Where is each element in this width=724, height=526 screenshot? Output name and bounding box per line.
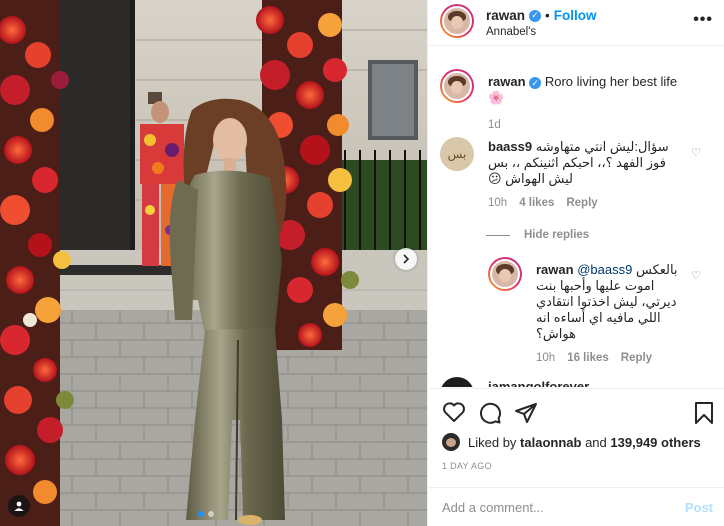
more-options-icon[interactable]: ••• <box>693 11 713 29</box>
post-date[interactable]: 1 DAY AGO <box>442 461 492 471</box>
post-photo[interactable] <box>0 0 427 526</box>
comment-like-heart-icon[interactable]: ♡ <box>691 146 701 159</box>
carousel-dot <box>208 511 214 517</box>
likes-summary: Liked by talaonnab and 139,949 others <box>442 433 701 451</box>
share-paper-plane-icon[interactable] <box>514 401 538 428</box>
post-comment-button[interactable]: Post <box>685 500 713 515</box>
comment-text-line3: ليش الهواش 😕 <box>488 171 573 186</box>
divider <box>486 234 510 236</box>
photo-image <box>0 0 427 526</box>
user-tag-icon <box>13 500 25 512</box>
like-heart-icon[interactable] <box>442 401 466 426</box>
reply-line3: ديرتي، ليش اخذتوا انتقادي <box>536 294 677 309</box>
chevron-right-icon <box>401 254 411 264</box>
reply-time[interactable]: 10h <box>536 350 555 366</box>
author-username[interactable]: rawan <box>486 8 525 23</box>
likes-and: and <box>585 434 607 450</box>
caption-username[interactable]: rawan <box>488 74 526 89</box>
reply-username[interactable]: rawan <box>536 262 574 277</box>
commenter-username[interactable]: baass9 <box>488 139 532 154</box>
reply-like-heart-icon[interactable]: ♡ <box>691 269 701 282</box>
reply-item: rawan @baass9 بالعكس اموت عليها وأحبها ب… <box>488 257 696 366</box>
verified-badge-icon: ✓ <box>529 9 542 22</box>
reply-reply-button[interactable]: Reply <box>621 350 652 366</box>
caption: rawan ✓ Roro living her best life🌸 1d <box>440 69 693 133</box>
commenter-avatar[interactable]: بس <box>440 137 474 171</box>
comment-time[interactable]: 10h <box>488 195 507 211</box>
comment-item: بس baass9 سؤال:ليش انتي متهاوشه فوز الفه… <box>440 137 693 211</box>
verified-badge-icon: ✓ <box>529 77 542 89</box>
caption-avatar[interactable] <box>440 69 474 103</box>
reply-line2: اموت عليها وأحبها بنت <box>536 278 655 293</box>
next-photo-button[interactable] <box>395 248 417 270</box>
tagged-users-button[interactable] <box>8 495 30 517</box>
comment-bubble-icon[interactable] <box>478 401 502 428</box>
comment-text-line1: سؤال:ليش انتي متهاوشه <box>535 139 669 154</box>
carousel-indicator <box>198 511 214 517</box>
post-location[interactable]: Annabel's <box>486 26 597 38</box>
reply-likes[interactable]: 16 likes <box>567 350 609 366</box>
hide-replies-button[interactable]: Hide replies <box>486 229 589 241</box>
carousel-dot-active <box>198 511 204 517</box>
comment-item-partial: jamangolforever <box>440 377 693 387</box>
comment-likes[interactable]: 4 likes <box>519 195 554 211</box>
reply-line4: اللي مافيه اي أساءه انه <box>536 310 661 325</box>
liker-username[interactable]: talaonnab <box>520 435 581 450</box>
comment-text-line2: فوز الفهد ؟،، احبكم اثنينكم ،، بس <box>488 155 666 170</box>
likes-count-button[interactable]: 139,949 others <box>610 435 700 450</box>
likes-prefix: Liked by <box>468 434 517 450</box>
reply-avatar[interactable] <box>488 257 522 291</box>
comment-input[interactable] <box>442 499 685 515</box>
comments-list[interactable]: rawan ✓ Roro living her best life🌸 1d بس… <box>428 47 724 387</box>
comment-reply-button[interactable]: Reply <box>566 195 597 211</box>
save-bookmark-icon[interactable] <box>694 401 714 428</box>
reply-line5: هواش؟ <box>536 326 576 341</box>
post-header: rawan ✓ • Follow Annabel's ••• <box>428 0 724 46</box>
hide-replies-label: Hide replies <box>524 229 590 241</box>
reply-mention[interactable]: @baass9 <box>577 262 632 277</box>
add-comment-bar: Post <box>428 487 724 526</box>
partial-commenter-avatar[interactable] <box>440 377 474 387</box>
reply-line1: بالعكس <box>635 262 678 277</box>
partial-commenter-username[interactable]: jamangolforever <box>488 379 589 387</box>
author-avatar[interactable] <box>440 4 474 38</box>
post-actions: Liked by talaonnab and 139,949 others 1 … <box>428 388 724 493</box>
liker-avatar[interactable] <box>442 433 460 451</box>
follow-button[interactable]: Follow <box>554 8 597 23</box>
post-side-panel: rawan ✓ • Follow Annabel's ••• rawan ✓ R… <box>427 0 724 526</box>
caption-age[interactable]: 1d <box>488 117 501 133</box>
